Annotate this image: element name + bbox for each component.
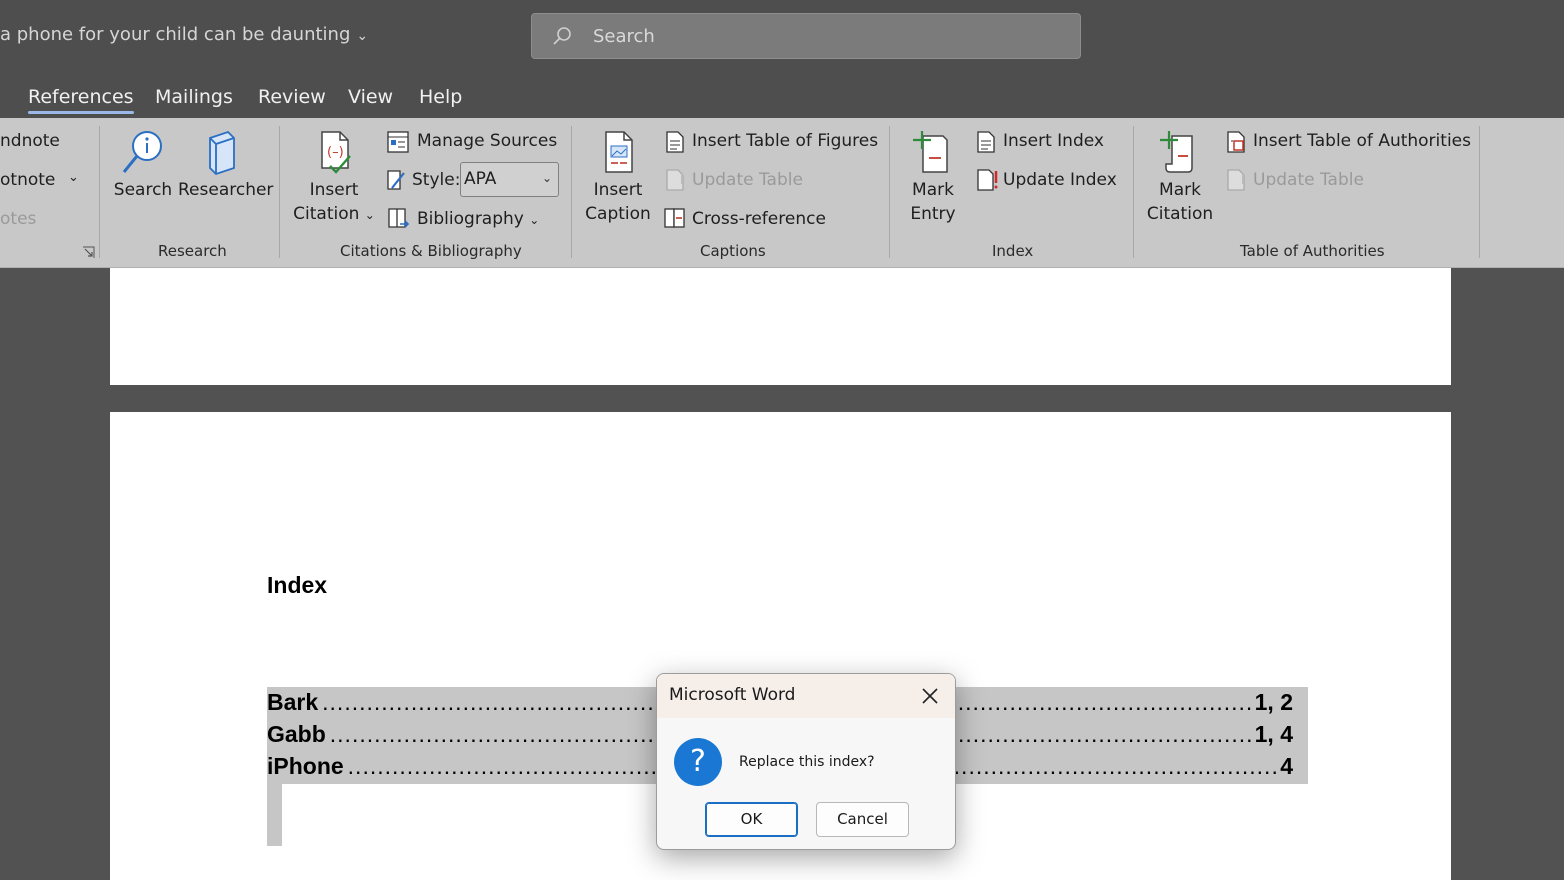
mark-entry-button[interactable]: Mark Entry xyxy=(904,128,962,226)
insert-caption-line1: Insert xyxy=(593,180,643,200)
style-value: APA xyxy=(464,169,497,189)
search-label: Search xyxy=(113,180,173,200)
group-label-authorities: Table of Authorities xyxy=(1240,242,1385,260)
insert-table-of-authorities-button[interactable]: Insert Table of Authorities xyxy=(1253,131,1471,151)
index-term: Gabb xyxy=(267,721,326,747)
replace-index-dialog: Microsoft Word ? Replace this index? OK … xyxy=(656,673,956,850)
chevron-down-icon: ⌄ xyxy=(529,213,540,227)
style-icon xyxy=(387,170,405,190)
tab-references[interactable]: References xyxy=(28,86,134,114)
dialog-header: Microsoft Word xyxy=(657,674,955,718)
cross-reference-icon xyxy=(664,208,685,228)
group-label-index: Index xyxy=(992,242,1034,260)
update-table-icon xyxy=(666,169,684,191)
group-separator xyxy=(279,126,280,258)
group-separator xyxy=(1133,126,1134,258)
manage-sources-icon xyxy=(387,131,409,153)
smart-search-button[interactable]: Search xyxy=(112,128,174,202)
table-of-figures-icon xyxy=(666,131,684,153)
mark-citation-line2: Citation xyxy=(1146,204,1214,224)
insert-citation-button[interactable]: (–) Insert Citation ⌄ xyxy=(292,128,376,227)
index-term: Bark xyxy=(267,689,319,715)
update-index-button[interactable]: Update Index xyxy=(1003,170,1117,190)
tab-review[interactable]: Review xyxy=(258,86,326,108)
group-label-citations: Citations & Bibliography xyxy=(340,242,522,260)
bibliography-button[interactable]: Bibliography ⌄ xyxy=(417,209,539,229)
insert-endnote-button[interactable]: ndnote xyxy=(0,131,60,151)
dialog-title: Microsoft Word xyxy=(669,685,796,705)
manage-sources-button[interactable]: Manage Sources xyxy=(417,131,557,151)
index-heading: Index xyxy=(267,572,328,598)
chevron-down-icon: ⌄ xyxy=(356,28,369,44)
update-table-icon xyxy=(1227,169,1245,191)
insert-citation-line2: Citation xyxy=(293,204,360,224)
insert-citation-icon: (–) xyxy=(321,131,351,174)
bibliography-icon xyxy=(388,208,410,228)
insert-citation-line1: Insert xyxy=(309,180,359,200)
update-index-icon xyxy=(977,169,998,191)
researcher-button[interactable]: Researcher xyxy=(178,128,273,202)
table-of-authorities-icon xyxy=(1227,131,1245,153)
group-label-captions: Captions xyxy=(700,242,766,260)
search-icon xyxy=(122,131,162,173)
insert-index-icon xyxy=(977,131,995,153)
insert-caption-line2: Caption xyxy=(585,204,651,224)
document-title[interactable]: a phone for your child can be daunting ⌄ xyxy=(0,24,368,45)
group-separator xyxy=(99,126,100,258)
mark-entry-line1: Mark xyxy=(912,180,954,200)
chevron-down-icon: ⌄ xyxy=(364,208,375,222)
next-footnote-button[interactable]: otnote xyxy=(0,170,55,190)
close-icon[interactable] xyxy=(919,685,941,707)
show-notes-button[interactable]: otes xyxy=(0,209,36,229)
question-icon: ? xyxy=(674,738,722,786)
cross-reference-button[interactable]: Cross-reference xyxy=(692,209,826,229)
group-separator xyxy=(1479,126,1480,258)
mark-entry-icon xyxy=(913,131,948,173)
mark-citation-line1: Mark xyxy=(1159,180,1201,200)
update-table-button[interactable]: Update Table xyxy=(692,170,803,190)
ribbon: ndnote otnote ⌄ otes Search Researcher R… xyxy=(0,118,1564,268)
cancel-button[interactable]: Cancel xyxy=(816,802,909,837)
dialog-launcher-icon[interactable] xyxy=(82,246,95,259)
mark-entry-line2: Entry xyxy=(910,204,956,224)
ok-button[interactable]: OK xyxy=(705,802,798,837)
index-pages: 1, 2 xyxy=(1254,689,1293,715)
insert-index-button[interactable]: Insert Index xyxy=(1003,131,1104,151)
style-select[interactable]: APA ⌄ xyxy=(460,162,559,197)
search-placeholder: Search xyxy=(593,26,655,47)
group-label-research: Research xyxy=(158,242,227,260)
search-icon xyxy=(553,27,571,45)
tab-help[interactable]: Help xyxy=(419,86,462,108)
bibliography-label: Bibliography xyxy=(417,209,524,229)
ribbon-tabs: References Mailings Review View Help xyxy=(0,74,1564,118)
tab-mailings[interactable]: Mailings xyxy=(155,86,233,108)
mark-citation-icon xyxy=(1160,131,1193,173)
search-box[interactable]: Search xyxy=(531,13,1081,59)
document-page-previous xyxy=(110,268,1451,385)
index-selection-highlight xyxy=(267,784,282,846)
title-bar: a phone for your child can be daunting ⌄ … xyxy=(0,0,1564,74)
document-title-text: a phone for your child can be daunting xyxy=(0,24,351,45)
insert-caption-icon xyxy=(605,131,633,173)
group-separator xyxy=(889,126,890,258)
index-pages: 4 xyxy=(1280,753,1293,779)
group-separator xyxy=(571,126,572,258)
insert-table-of-figures-button[interactable]: Insert Table of Figures xyxy=(692,131,878,151)
researcher-icon xyxy=(209,130,235,176)
chevron-down-icon: ⌄ xyxy=(541,171,552,185)
next-footnote-dropdown-icon[interactable]: ⌄ xyxy=(68,170,79,185)
index-term: iPhone xyxy=(267,753,344,779)
mark-citation-button[interactable]: Mark Citation xyxy=(1146,128,1214,226)
update-table-authorities-button[interactable]: Update Table xyxy=(1253,170,1364,190)
tab-view[interactable]: View xyxy=(348,86,393,108)
style-label: Style: xyxy=(412,170,461,190)
researcher-label: Researcher xyxy=(178,180,274,200)
index-pages: 1, 4 xyxy=(1254,721,1293,747)
svg-text:(–): (–) xyxy=(327,145,344,160)
dialog-message: Replace this index? xyxy=(739,754,875,770)
insert-caption-button[interactable]: Insert Caption xyxy=(584,128,652,226)
